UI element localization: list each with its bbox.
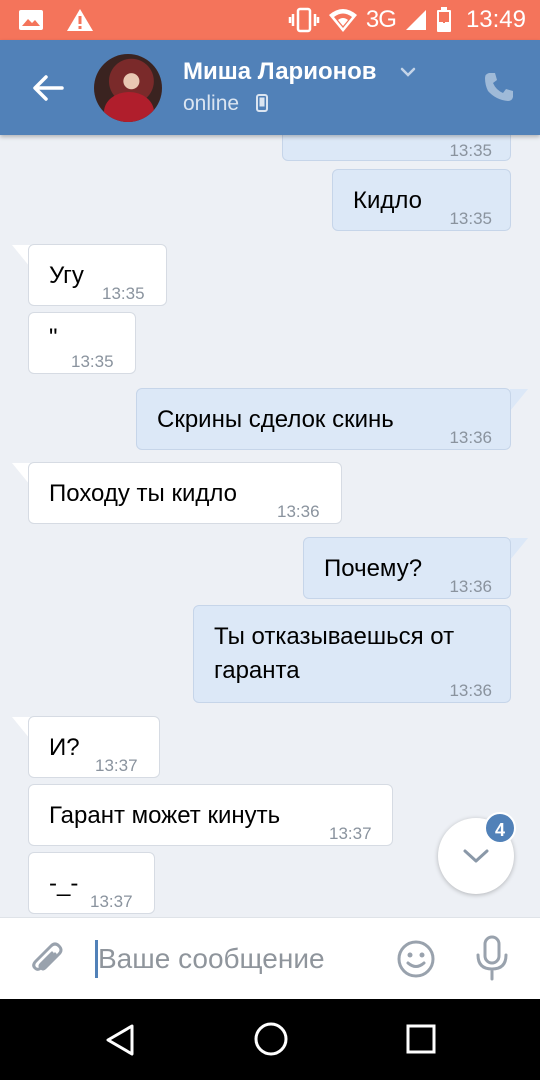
message-text: -_-	[49, 870, 79, 897]
contact-status: online	[183, 92, 240, 115]
wifi-icon	[328, 9, 357, 32]
message-bubble-incoming[interactable]: Гарант может кинуть 13:37	[28, 784, 393, 846]
message-text: Походу ты кидло	[49, 480, 237, 507]
message-bubble-incoming[interactable]: Походу ты кидло 13:36	[28, 462, 342, 524]
message-time: 13:35	[102, 284, 145, 303]
message-bubble-outgoing[interactable]: ХАХ а ХАХ 13:35	[282, 135, 511, 161]
battery-icon	[436, 7, 451, 32]
mobile-device-icon	[256, 94, 268, 112]
system-navigation-bar	[0, 999, 540, 1080]
message-time: 13:35	[449, 141, 492, 160]
signal-icon	[405, 10, 426, 30]
message-time: 13:37	[95, 756, 138, 775]
message-text: Угу	[49, 262, 84, 289]
message-text: "	[49, 324, 58, 351]
chat-header: Миша Ларионов online	[0, 40, 540, 135]
vibrate-icon	[288, 7, 320, 33]
phone-call-icon[interactable]	[482, 70, 516, 104]
message-time: 13:35	[449, 209, 492, 228]
message-input[interactable]	[92, 936, 378, 982]
message-text-line2: гаранта	[214, 657, 300, 684]
message-composer	[0, 917, 540, 1000]
contact-name[interactable]: Миша Ларионов	[183, 58, 377, 86]
message-list[interactable]: ХАХ а ХАХ 13:35 Кидло 13:35 Угу 13:35 " …	[0, 135, 540, 917]
paperclip-icon[interactable]	[28, 940, 68, 980]
message-bubble-outgoing[interactable]: Почему? 13:36	[303, 537, 511, 599]
chevron-down-icon[interactable]	[398, 62, 418, 82]
emoji-icon[interactable]	[396, 939, 436, 979]
message-text: Гарант может кинуть	[49, 802, 281, 829]
message-text: Кидло	[353, 187, 423, 214]
message-text: Почему?	[324, 555, 423, 582]
clock: 13:49	[465, 6, 526, 33]
unread-count-badge: 4	[484, 812, 516, 844]
nav-back-icon[interactable]	[104, 1023, 136, 1057]
message-time: 13:36	[449, 681, 492, 700]
message-bubble-outgoing[interactable]: Кидло 13:35	[332, 169, 511, 231]
message-bubble-outgoing[interactable]: Ты отказываешься от гаранта 13:36	[193, 605, 511, 703]
message-text: Скрины сделок скинь	[157, 406, 394, 433]
message-text: Ты отказываешься от	[214, 623, 455, 650]
message-time: 13:37	[90, 892, 133, 911]
message-time: 13:36	[277, 502, 320, 521]
text-cursor	[95, 940, 98, 978]
chevron-down-icon	[463, 849, 489, 863]
warning-icon	[67, 9, 93, 31]
status-bar: 3G 13:49	[0, 0, 540, 40]
message-time: 13:35	[71, 352, 114, 371]
message-bubble-incoming[interactable]: И? 13:37	[28, 716, 160, 778]
network-type: 3G	[365, 6, 397, 33]
message-time: 13:36	[449, 428, 492, 447]
microphone-icon[interactable]	[474, 935, 510, 981]
image-notification-icon	[19, 10, 43, 30]
message-bubble-incoming[interactable]: " 13:35	[28, 312, 136, 374]
message-time: 13:37	[329, 824, 372, 843]
message-text: И?	[49, 734, 80, 761]
bubble-tail	[510, 389, 528, 411]
bubble-tail	[510, 538, 528, 560]
nav-home-icon[interactable]	[253, 1021, 289, 1057]
message-bubble-incoming[interactable]: Угу 13:35	[28, 244, 167, 306]
message-time: 13:36	[449, 577, 492, 596]
nav-recent-apps-icon[interactable]	[405, 1023, 437, 1055]
message-bubble-outgoing[interactable]: Скрины сделок скинь 13:36	[136, 388, 511, 450]
message-bubble-incoming[interactable]: -_- 13:37	[28, 852, 155, 914]
message-text: ХАХ а ХАХ	[303, 135, 426, 144]
back-arrow-icon[interactable]	[28, 68, 68, 108]
avatar[interactable]	[94, 54, 162, 122]
